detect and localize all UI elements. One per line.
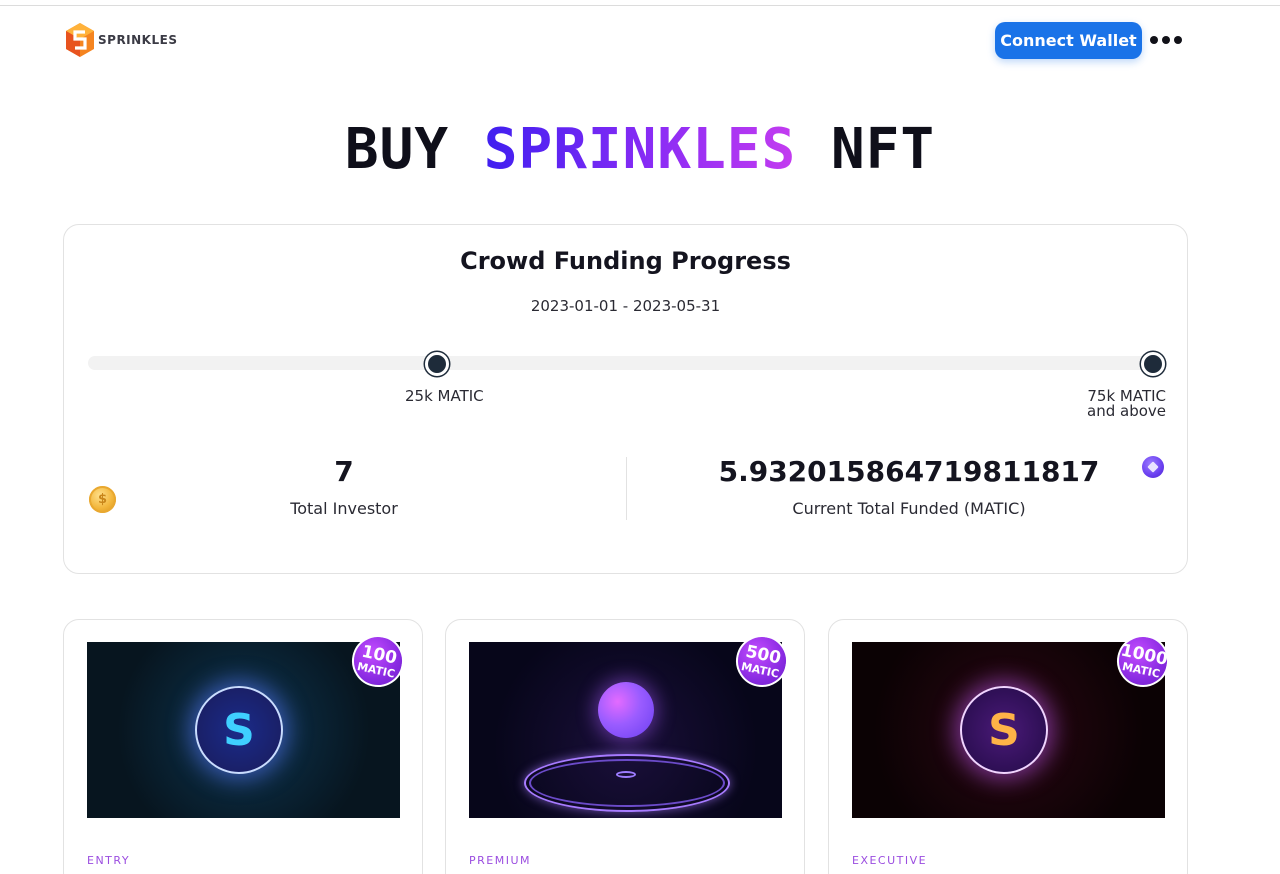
connect-wallet-button[interactable]: Connect Wallet bbox=[995, 22, 1142, 59]
title-prefix: BUY bbox=[344, 117, 450, 182]
dot bbox=[1162, 36, 1170, 44]
funding-progress-card: Crowd Funding Progress 2023-01-01 - 2023… bbox=[63, 224, 1188, 574]
funding-title: Crowd Funding Progress bbox=[460, 247, 791, 275]
title-suffix: NFT bbox=[830, 117, 936, 182]
nft-card-executive[interactable]: S 1000 MATIC EXECUTIVE bbox=[828, 619, 1188, 874]
sprinkles-emblem-icon: S bbox=[960, 686, 1048, 774]
ellipsis-icon[interactable] bbox=[1147, 30, 1185, 50]
coin-icon: $ bbox=[89, 486, 116, 513]
milestone-marker-75k bbox=[1141, 352, 1165, 376]
tier-label: EXECUTIVE bbox=[852, 854, 928, 867]
nft-card-entry[interactable]: S 100 MATIC ENTRY bbox=[63, 619, 423, 874]
dot bbox=[1174, 36, 1182, 44]
sprinkles-emblem-icon: S bbox=[195, 686, 283, 774]
tier-label: ENTRY bbox=[87, 854, 131, 867]
ring-icon bbox=[529, 759, 725, 807]
page-title: BUY SPRINKLES NFT bbox=[0, 118, 1280, 182]
logo-text: SPRINKLES bbox=[98, 33, 178, 47]
orb-icon bbox=[598, 682, 654, 738]
milestone-label-25k: 25k MATIC bbox=[405, 389, 484, 404]
milestone-label-line: 25k MATIC bbox=[405, 387, 484, 405]
stats-divider bbox=[626, 457, 627, 520]
milestone-label-line: and above bbox=[1087, 402, 1166, 420]
tier-label: PREMIUM bbox=[469, 854, 532, 867]
top-divider bbox=[0, 5, 1280, 6]
total-investor-label: Total Investor bbox=[290, 499, 398, 518]
progress-track bbox=[88, 356, 1166, 370]
funding-dates: 2023-01-01 - 2023-05-31 bbox=[530, 297, 721, 315]
dot bbox=[1150, 36, 1158, 44]
matic-icon bbox=[1142, 456, 1164, 478]
total-funded-value: 5.932015864719811817 bbox=[718, 455, 1100, 488]
nft-card-premium[interactable]: 500 MATIC PREMIUM bbox=[445, 619, 805, 874]
title-highlight: SPRINKLES bbox=[483, 117, 797, 182]
logo[interactable]: SPRINKLES bbox=[64, 22, 177, 58]
ring-icon bbox=[616, 771, 636, 778]
milestone-marker-25k bbox=[425, 352, 449, 376]
nft-image bbox=[469, 642, 782, 818]
total-investor-value: 7 bbox=[334, 455, 354, 488]
total-funded-label: Current Total Funded (MATIC) bbox=[792, 499, 1026, 518]
sprinkles-logo-icon bbox=[66, 23, 94, 57]
milestone-label-75k: 75k MATIC and above bbox=[1066, 389, 1166, 419]
